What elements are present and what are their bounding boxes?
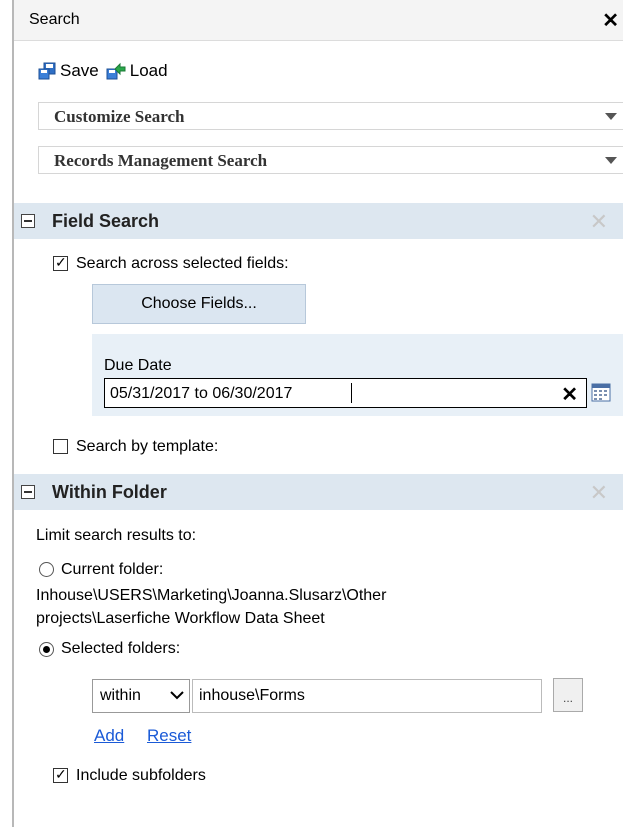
load-label: Load (129, 61, 168, 80)
folder-scope-value: within (100, 687, 141, 704)
choose-fields-button[interactable]: Choose Fields... (92, 284, 306, 324)
panel-close-button[interactable]: ✕ (602, 8, 619, 33)
within-folder-close-icon[interactable]: ✕ (590, 480, 608, 506)
save-label: Save (60, 61, 99, 80)
chevron-down-icon (605, 157, 617, 164)
search-by-template-label: Search by template: (76, 438, 219, 455)
due-date-input[interactable]: 05/31/2017 to 06/30/2017 ✕ (104, 378, 587, 408)
save-load-toolbar: Save Load (38, 60, 175, 82)
due-date-field-block: Due Date 05/31/2017 to 06/30/2017 ✕ (92, 334, 623, 416)
checkmark-icon: ✓ (55, 254, 67, 270)
folder-scope-select[interactable]: within (92, 679, 190, 713)
chevron-down-icon (170, 691, 184, 700)
checkmark-icon: ✓ (55, 766, 67, 782)
customize-search-dropdown[interactable]: Customize Search (38, 102, 623, 130)
selected-folders-radio[interactable] (39, 642, 54, 657)
folder-path-input[interactable]: inhouse\Forms (192, 679, 542, 713)
panel-titlebar: Search ✕ (14, 0, 623, 41)
current-folder-path-line2: projects\Laserfiche Workflow Data Sheet (36, 610, 325, 627)
search-across-fields-checkbox[interactable]: ✓ (53, 254, 68, 271)
load-icon (106, 62, 126, 80)
collapse-icon[interactable] (21, 214, 35, 228)
records-management-search-dropdown[interactable]: Records Management Search (38, 146, 623, 174)
clear-icon[interactable]: ✕ (561, 382, 578, 407)
current-folder-label: Current folder: (61, 561, 164, 578)
reset-folders-link[interactable]: Reset (147, 726, 191, 746)
load-button[interactable]: Load (106, 61, 168, 81)
current-folder-path-line1: Inhouse\USERS\Marketing\Joanna.Slusarz\O… (36, 587, 387, 604)
choose-fields-label: Choose Fields... (141, 295, 257, 312)
save-button[interactable]: Save (38, 61, 99, 81)
include-subfolders-checkbox[interactable]: ✓ (53, 766, 68, 783)
records-management-search-label: Records Management Search (54, 151, 268, 170)
add-folder-link[interactable]: Add (94, 726, 124, 746)
radio-selected-dot (43, 646, 50, 653)
chevron-down-icon (605, 113, 617, 120)
folder-path-value: inhouse\Forms (199, 687, 305, 704)
browse-folder-button[interactable]: ... (553, 678, 583, 712)
include-subfolders-label: Include subfolders (76, 767, 206, 784)
within-folder-header: Within Folder ✕ (14, 474, 623, 510)
search-across-fields-label: Search across selected fields: (76, 255, 289, 272)
collapse-icon[interactable] (21, 485, 35, 499)
text-cursor (351, 383, 352, 403)
field-search-close-icon[interactable]: ✕ (590, 209, 608, 235)
due-date-value: 05/31/2017 to 06/30/2017 (110, 385, 293, 402)
customize-search-label: Customize Search (54, 107, 185, 126)
calendar-icon[interactable] (591, 382, 611, 402)
within-folder-title: Within Folder (52, 482, 167, 502)
field-search-title: Field Search (52, 211, 160, 231)
limit-results-label: Limit search results to: (36, 527, 197, 544)
due-date-label: Due Date (104, 357, 172, 374)
current-folder-radio[interactable] (39, 562, 54, 577)
selected-folders-label: Selected folders: (61, 640, 181, 657)
panel-title: Search (29, 11, 80, 28)
field-search-header: Field Search ✕ (14, 203, 623, 239)
search-panel: Search ✕ Save Load Customize Search Reco (14, 0, 623, 827)
search-by-template-checkbox[interactable] (53, 439, 68, 454)
save-icon (38, 62, 56, 80)
